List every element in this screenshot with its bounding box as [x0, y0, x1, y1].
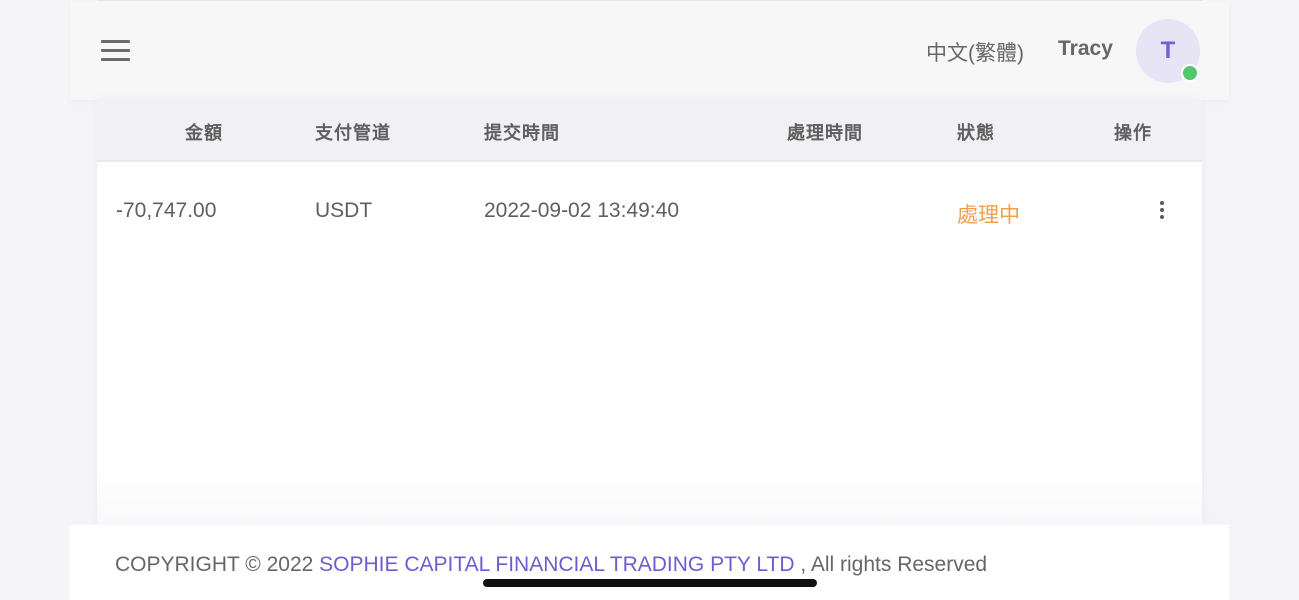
amount-cell: -70,747.00: [116, 199, 217, 222]
column-header-submitted-time: 提交時間: [484, 123, 560, 143]
home-indicator[interactable]: [483, 579, 817, 587]
table-header: 金額 支付管道 提交時間 處理時間 狀態 操作: [97, 100, 1202, 162]
column-header-actions: 操作: [1114, 123, 1152, 143]
username: Tracy: [1058, 37, 1113, 60]
column-header-status: 狀態: [957, 123, 995, 143]
language-selector[interactable]: 中文(繁體): [926, 37, 1024, 67]
online-status-icon: [1181, 64, 1199, 82]
copyright-text: COPYRIGHT © 2022: [115, 553, 314, 576]
menu-icon[interactable]: [101, 39, 131, 63]
more-options-icon[interactable]: [1154, 199, 1170, 223]
scroll-fade: [97, 470, 1202, 526]
rights-text: , All rights Reserved: [800, 553, 988, 576]
submitted-time-cell: 2022-09-02 13:49:40: [484, 199, 679, 222]
company-link[interactable]: SOPHIE CAPITAL FINANCIAL TRADING PTY LTD: [319, 553, 794, 576]
transactions-table: 金額 支付管道 提交時間 處理時間 狀態 操作 -70,747.00 USDT …: [97, 100, 1202, 526]
footer-text: COPYRIGHT © 2022 SOPHIE CAPITAL FINANCIA…: [115, 553, 987, 577]
column-header-processed-time: 處理時間: [787, 123, 863, 143]
column-header-amount: 金額: [185, 123, 223, 143]
column-header-channel: 支付管道: [315, 123, 391, 143]
top-bar: 中文(繁體) Tracy T: [70, 1, 1229, 100]
channel-cell: USDT: [315, 199, 373, 222]
status-badge: 處理中: [957, 204, 1020, 227]
avatar-initial: T: [1160, 37, 1176, 64]
footer: COPYRIGHT © 2022 SOPHIE CAPITAL FINANCIA…: [70, 525, 1229, 600]
